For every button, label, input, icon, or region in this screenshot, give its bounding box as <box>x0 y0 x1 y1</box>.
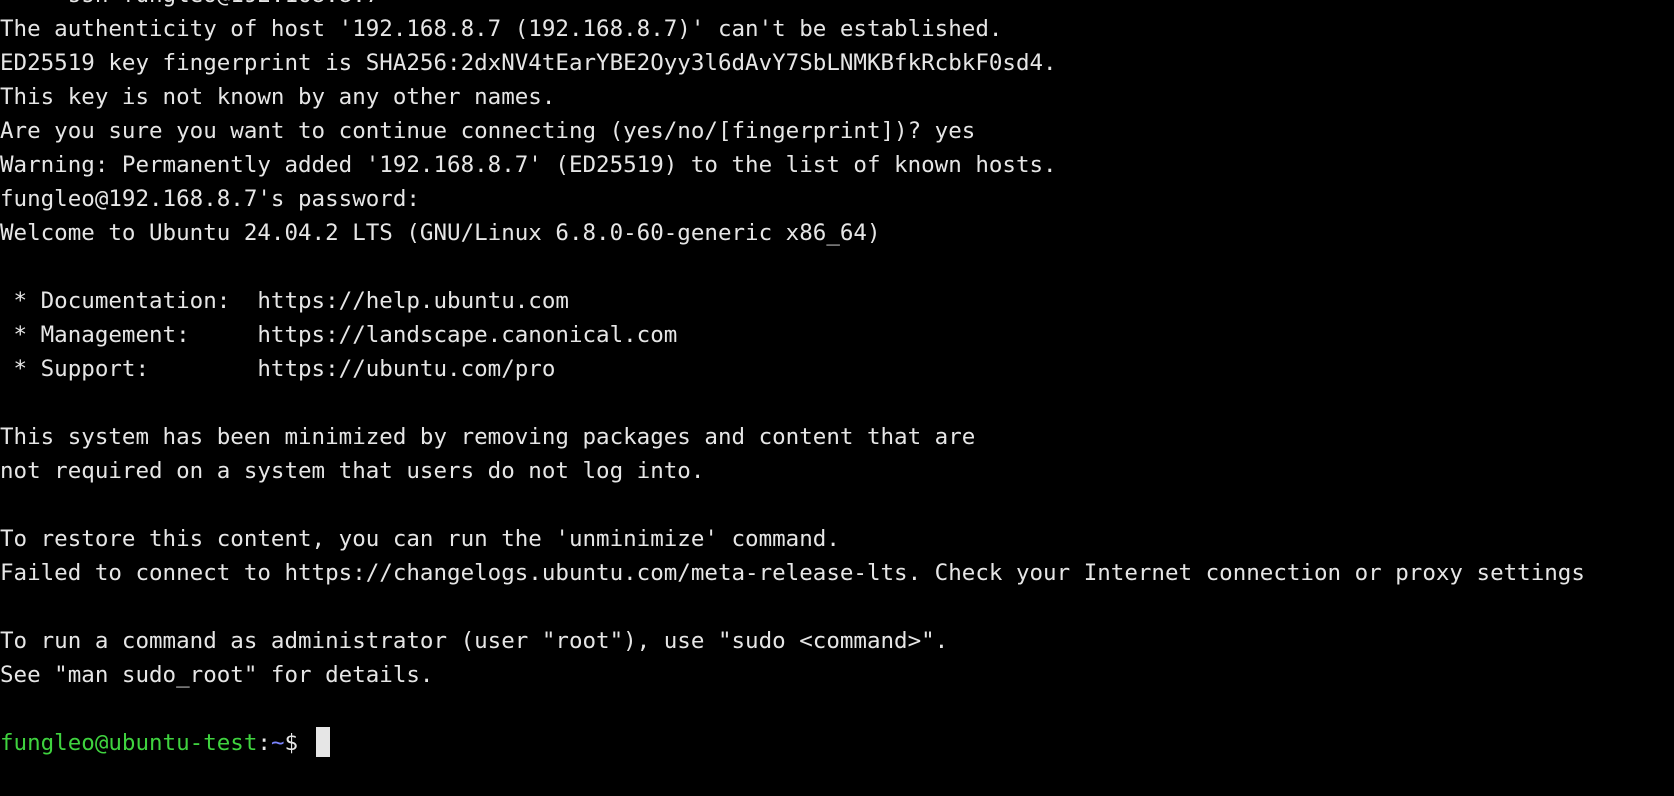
output-line: Welcome to Ubuntu 24.04.2 LTS (GNU/Linux… <box>0 220 881 246</box>
prompt-user-host: fungleo@ubuntu-test <box>0 730 258 756</box>
prompt-separator: : <box>257 730 271 756</box>
ssh-command: ssh fungleo@192.168.8.7 <box>68 0 380 8</box>
output-line: To restore this content, you can run the… <box>0 526 840 552</box>
cursor-block[interactable] <box>315 726 330 757</box>
shell-prompt-line[interactable]: fungleo@ubuntu-test:~$ <box>0 726 1585 760</box>
output-line: * Documentation: https://help.ubuntu.com <box>0 288 569 314</box>
output-line: * Management: https://landscape.canonica… <box>0 322 678 348</box>
prompt-arrow-icon: ➜ <box>0 0 14 8</box>
terminal-window[interactable]: ➜ ~ ssh fungleo@192.168.8.7 The authenti… <box>0 0 1674 796</box>
prompt-symbol: $ <box>284 730 312 756</box>
output-line: ED25519 key fingerprint is SHA256:2dxNV4… <box>0 50 1057 76</box>
first-prompt-line: ➜ ~ ssh fungleo@192.168.8.7 <box>0 0 1585 12</box>
prompt-path: ~ <box>270 730 285 756</box>
output-line: The authenticity of host '192.168.8.7 (1… <box>0 16 1003 42</box>
output-line: Warning: Permanently added '192.168.8.7'… <box>0 152 1057 178</box>
output-line: Failed to connect to https://changelogs.… <box>0 560 1585 586</box>
output-line: * Support: https://ubuntu.com/pro <box>0 356 556 382</box>
terminal-output: ➜ ~ ssh fungleo@192.168.8.7 The authenti… <box>0 0 1585 760</box>
output-line: Are you sure you want to continue connec… <box>0 118 976 144</box>
output-line: To run a command as administrator (user … <box>0 628 949 654</box>
output-line: not required on a system that users do n… <box>0 458 705 484</box>
prompt-directory: ~ <box>41 0 55 8</box>
output-line: This system has been minimized by removi… <box>0 424 976 450</box>
output-line: This key is not known by any other names… <box>0 84 556 110</box>
output-line: fungleo@192.168.8.7's password: <box>0 186 420 212</box>
output-line: See "man sudo_root" for details. <box>0 662 434 688</box>
